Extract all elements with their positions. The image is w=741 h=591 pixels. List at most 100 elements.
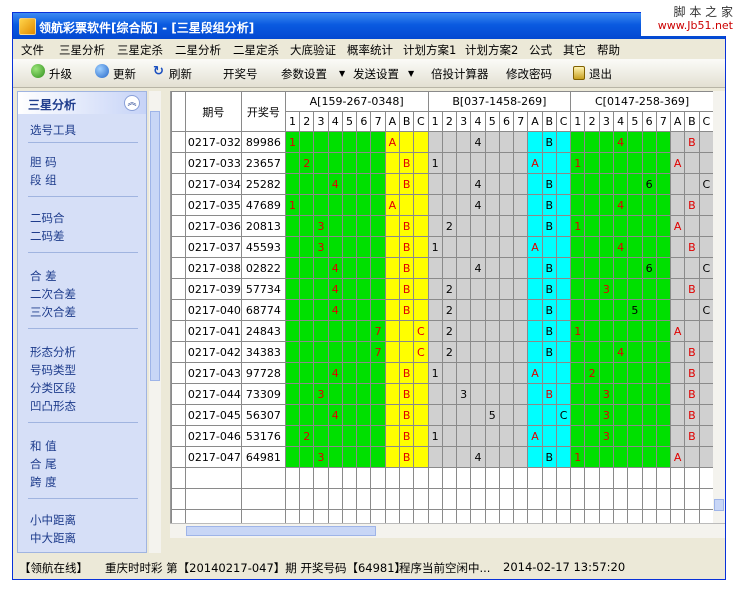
sidebar-scrollbar[interactable] <box>149 91 161 553</box>
grid-cell <box>641 131 657 153</box>
grid-cell <box>341 320 358 342</box>
sidebar-scroll-thumb[interactable] <box>150 111 160 381</box>
table-row[interactable]: 0217-042 34383 7 C 2 B 4 B <box>171 341 714 363</box>
sidebar-item-category-range[interactable]: 分类区段 <box>30 380 76 396</box>
col-draw-header[interactable]: 开奖号 <box>240 91 286 132</box>
sidebar-item-2code-sum[interactable]: 二码合 <box>30 210 65 226</box>
grid-cell <box>398 320 415 342</box>
sidebar-item-span[interactable]: 跨 度 <box>30 474 57 490</box>
table-row[interactable]: 0217-045 56307 4 B 5 C 3 B <box>171 404 714 426</box>
sidebar-item-number-type[interactable]: 号码类型 <box>30 362 76 378</box>
col-period-header[interactable]: 期号 <box>184 91 242 132</box>
grid-cell <box>498 320 515 342</box>
table-row[interactable]: 0217-044 73309 3 B 3 B 3 B <box>171 383 714 405</box>
sidebar-item-mid-large-distance[interactable]: 中大距离 <box>30 530 76 546</box>
group-header-c[interactable]: C[0147-258-369] <box>570 91 714 112</box>
table-row[interactable]: 0217-032 89986 1 A 4 B 4 B <box>171 131 714 153</box>
menu-3star-analysis[interactable]: 三星分析 <box>59 42 105 58</box>
grid-cell: A <box>527 152 543 174</box>
table-row[interactable]: 0217-036 20813 3 B 2 B 1 A <box>171 215 714 237</box>
menu-formula[interactable]: 公式 <box>529 42 552 58</box>
grid-cell <box>341 236 358 258</box>
grid-vertical-scrollbar[interactable] <box>713 91 725 525</box>
sidebar-header[interactable]: 三星分析 ︽ <box>18 92 146 114</box>
draw-number-button[interactable]: 开奖号 <box>223 66 258 82</box>
grid-cell: 3 <box>313 383 329 405</box>
menu-help[interactable]: 帮助 <box>597 42 620 58</box>
menu-probability[interactable]: 概率统计 <box>347 42 393 58</box>
table-row[interactable]: 0217-033 23657 2 B 1 A 1 A <box>171 152 714 174</box>
grid-cell <box>498 194 515 216</box>
grid-hscroll-thumb[interactable] <box>186 526 376 536</box>
sidebar-title: 三星分析 <box>28 98 77 112</box>
grid-horizontal-scrollbar[interactable] <box>170 523 725 538</box>
table-row[interactable]: 0217-038 02822 4 B 4 B 6 C <box>171 257 714 279</box>
group-header-a[interactable]: A[159-267-0348] <box>284 91 429 112</box>
grid-cell <box>341 194 358 216</box>
table-row[interactable]: 0217-047 64981 3 B 4 B 1 A <box>171 446 714 468</box>
grid-cell <box>284 236 301 258</box>
update-button[interactable]: 更新 <box>113 66 136 82</box>
sidebar-item-segment[interactable]: 段 组 <box>30 172 57 188</box>
grid-cell <box>427 383 443 405</box>
table-row[interactable]: 0217-040 68774 4 B 2 B 5 C <box>171 299 714 321</box>
status-online: 【领航在线】 <box>19 561 88 575</box>
grid-cell <box>555 236 572 258</box>
sidebar-item-selection-tool[interactable]: 选号工具 <box>30 122 76 138</box>
exit-button[interactable]: 退出 <box>589 66 612 82</box>
params-button[interactable]: 参数设置 <box>281 66 327 82</box>
menu-other[interactable]: 其它 <box>563 42 586 58</box>
bet-calculator-button[interactable]: 倍投计算器 <box>431 66 489 82</box>
empty-cell <box>456 467 472 489</box>
sidebar-item-sum-diff[interactable]: 合 差 <box>30 268 57 284</box>
menu-2star-analysis[interactable]: 二星分析 <box>175 42 221 58</box>
subheader-cell: 6 <box>498 111 515 132</box>
grid-cell <box>698 152 714 174</box>
send-dropdown-icon[interactable]: ▼ <box>408 69 414 78</box>
change-password-button[interactable]: 修改密码 <box>506 66 552 82</box>
params-dropdown-icon[interactable]: ▼ <box>339 69 345 78</box>
empty-cell <box>584 509 600 523</box>
table-row[interactable]: 0217-034 25282 4 B 4 B 6 C <box>171 173 714 195</box>
grid-cell <box>456 278 472 300</box>
sidebar-item-dan-code[interactable]: 胆 码 <box>30 154 57 170</box>
menu-plan-1[interactable]: 计划方案1 <box>403 42 456 58</box>
send-settings-button[interactable]: 发送设置 <box>353 66 399 82</box>
splitter-handle[interactable] <box>161 91 167 553</box>
sidebar-item-shape-analysis[interactable]: 形态分析 <box>30 344 76 360</box>
grid-cell <box>584 341 600 363</box>
sidebar-item-concave-convex[interactable]: 凹凸形态 <box>30 398 76 414</box>
grid-cell <box>299 236 315 258</box>
table-row[interactable]: 0217-039 57734 4 B 2 B 3 B <box>171 278 714 300</box>
grid-cell <box>484 299 500 321</box>
menu-base-verify[interactable]: 大底验证 <box>290 42 336 58</box>
grid-cell <box>384 152 400 174</box>
menu-plan-2[interactable]: 计划方案2 <box>465 42 518 58</box>
group-header-b[interactable]: B[037-1458-269] <box>427 91 572 112</box>
grid-cell <box>627 362 643 384</box>
sidebar-item-2code-diff[interactable]: 二码差 <box>30 228 65 244</box>
refresh-button[interactable]: 刷新 <box>169 66 192 82</box>
menu-2star-kill[interactable]: 二星定杀 <box>233 42 279 58</box>
collapse-chevron-icon[interactable]: ︽ <box>124 95 140 111</box>
grid-cell <box>698 362 714 384</box>
grid-cell: 4 <box>327 278 343 300</box>
upgrade-button[interactable]: 升级 <box>49 66 72 82</box>
grid-cell: B <box>684 278 700 300</box>
table-row[interactable]: 0217-041 24843 7 C 2 B 1 A <box>171 320 714 342</box>
grid-cell: B <box>684 383 700 405</box>
sidebar-item-2nd-sum-diff[interactable]: 二次合差 <box>30 286 76 302</box>
sidebar-item-sum-tail[interactable]: 合 尾 <box>30 456 57 472</box>
table-row[interactable]: 0217-037 45593 3 B 1 A 4 B <box>171 236 714 258</box>
grid-cell: 2 <box>441 215 458 237</box>
table-row[interactable]: 0217-043 97728 4 B 1 A 2 B <box>171 362 714 384</box>
sidebar-item-sum-value[interactable]: 和 值 <box>30 438 57 454</box>
sidebar-item-small-mid-distance[interactable]: 小中距离 <box>30 512 76 528</box>
grid-cell <box>641 446 657 468</box>
table-row[interactable]: 0217-035 47689 1 A 4 B 4 B <box>171 194 714 216</box>
grid-vscroll-thumb[interactable] <box>714 499 724 511</box>
menu-3star-kill[interactable]: 三星定杀 <box>117 42 163 58</box>
sidebar-item-3rd-sum-diff[interactable]: 三次合差 <box>30 304 76 320</box>
table-row[interactable]: 0217-046 53176 2 B 1 A 3 B <box>171 425 714 447</box>
menu-file[interactable]: 文件 <box>21 42 44 58</box>
